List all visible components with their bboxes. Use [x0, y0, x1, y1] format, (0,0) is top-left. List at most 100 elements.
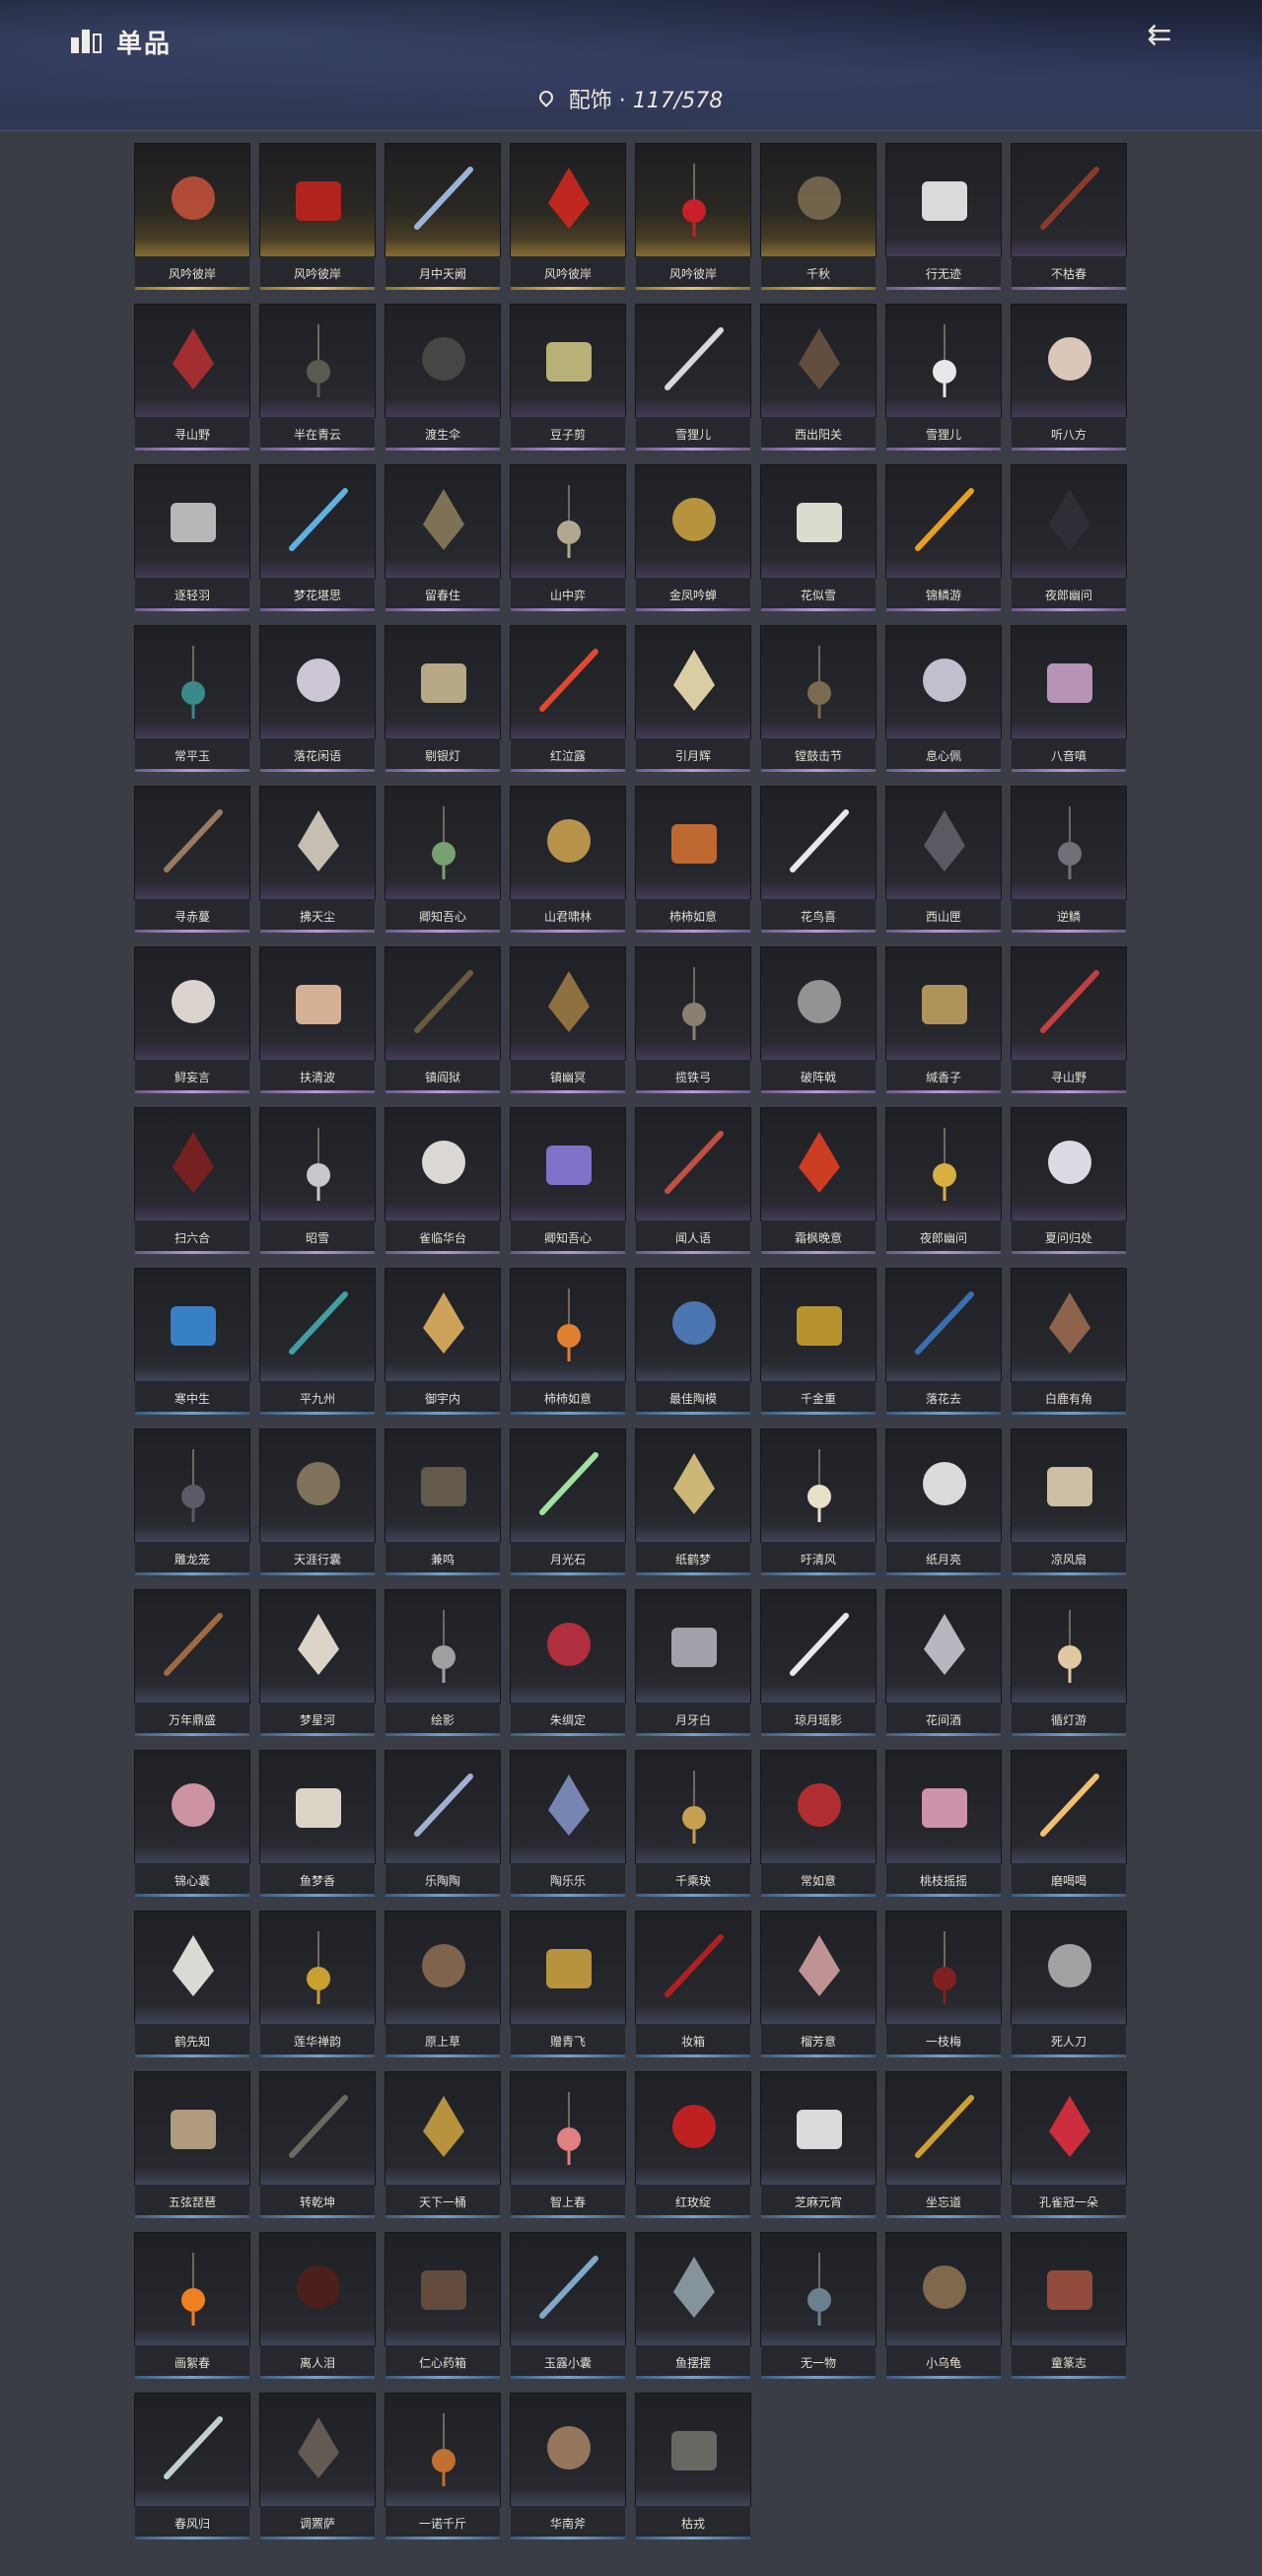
item-card[interactable]: 剔银灯	[385, 625, 501, 772]
item-card[interactable]: 朱绸定	[510, 1589, 626, 1736]
item-card[interactable]: 月光石	[510, 1428, 626, 1575]
item-card[interactable]: 山中弈	[510, 464, 626, 611]
item-card[interactable]: 孔雀冠一朵	[1011, 2071, 1127, 2218]
item-card[interactable]: 常如意	[760, 1750, 876, 1897]
item-card[interactable]: 妆箱	[635, 1911, 751, 2057]
item-card[interactable]: 梦花堪思	[259, 464, 376, 611]
item-card[interactable]: 凉风扇	[1011, 1428, 1127, 1575]
item-card[interactable]: 花间酒	[885, 1589, 1002, 1736]
item-card[interactable]: 行无迹	[885, 143, 1002, 290]
item-card[interactable]: 陶乐乐	[510, 1750, 626, 1897]
item-card[interactable]: 息心佩	[885, 625, 1002, 772]
item-card[interactable]: 一枝梅	[885, 1911, 1002, 2057]
item-card[interactable]: 死人刀	[1011, 1911, 1127, 2057]
item-card[interactable]: 缄香子	[885, 946, 1002, 1093]
item-card[interactable]: 卿知吾心	[510, 1107, 626, 1254]
item-card[interactable]: 月中天阙	[385, 143, 501, 290]
item-card[interactable]: 童篆志	[1011, 2232, 1127, 2379]
item-card[interactable]: 千秋	[760, 143, 876, 290]
item-card[interactable]: 渡生伞	[385, 304, 501, 451]
item-card[interactable]: 千乘玦	[635, 1750, 751, 1897]
item-card[interactable]: 华南斧	[510, 2393, 626, 2540]
item-card[interactable]: 鱼梦香	[259, 1750, 376, 1897]
item-card[interactable]: 夜郎幽问	[885, 1107, 1002, 1254]
item-card[interactable]: 山君啸林	[510, 786, 626, 933]
item-card[interactable]: 红泣露	[510, 625, 626, 772]
item-card[interactable]: 春风归	[134, 2393, 250, 2540]
item-card[interactable]: 枯戎	[635, 2393, 751, 2540]
item-card[interactable]: 琼月瑶影	[760, 1589, 876, 1736]
item-card[interactable]: 五弦琵琶	[134, 2071, 250, 2218]
item-card[interactable]: 风吟彼岸	[510, 143, 626, 290]
item-card[interactable]: 雪狸儿	[635, 304, 751, 451]
item-card[interactable]: 小乌龟	[885, 2232, 1002, 2379]
item-card[interactable]: 扶清波	[259, 946, 376, 1093]
item-card[interactable]: 闻人语	[635, 1107, 751, 1254]
item-card[interactable]: 西山匣	[885, 786, 1002, 933]
item-card[interactable]: 吁清风	[760, 1428, 876, 1575]
item-card[interactable]: 花鸟喜	[760, 786, 876, 933]
item-card[interactable]: 莲华禅韵	[259, 1911, 376, 2057]
item-card[interactable]: 锦鳞游	[885, 464, 1002, 611]
item-card[interactable]: 鹤先知	[134, 1911, 250, 2057]
item-card[interactable]: 赠青飞	[510, 1911, 626, 2057]
item-card[interactable]: 最佳陶模	[635, 1268, 751, 1415]
item-card[interactable]: 红玫绽	[635, 2071, 751, 2218]
item-card[interactable]: 寻山野	[1011, 946, 1127, 1093]
item-card[interactable]: 西出阳关	[760, 304, 876, 451]
item-card[interactable]: 循灯游	[1011, 1589, 1127, 1736]
item-card[interactable]: 镗鼓击节	[760, 625, 876, 772]
item-card[interactable]: 夏问归处	[1011, 1107, 1127, 1254]
item-card[interactable]: 落花闲语	[259, 625, 376, 772]
item-card[interactable]: 风吟彼岸	[259, 143, 376, 290]
item-card[interactable]: 无一物	[760, 2232, 876, 2379]
item-card[interactable]: 梦星河	[259, 1589, 376, 1736]
item-card[interactable]: 夜郎幽问	[1011, 464, 1127, 611]
item-card[interactable]: 磨喝喝	[1011, 1750, 1127, 1897]
item-card[interactable]: 揽铁弓	[635, 946, 751, 1093]
item-card[interactable]: 半在青云	[259, 304, 376, 451]
item-card[interactable]: 桃枝摇摇	[885, 1750, 1002, 1897]
item-card[interactable]: 平九州	[259, 1268, 376, 1415]
item-card[interactable]: 锦心囊	[134, 1750, 250, 1897]
item-card[interactable]: 坐忘道	[885, 2071, 1002, 2218]
item-card[interactable]: 雪狸儿	[885, 304, 1002, 451]
item-card[interactable]: 原上草	[385, 1911, 501, 2057]
item-card[interactable]: 寒中生	[134, 1268, 250, 1415]
item-card[interactable]: 花似雪	[760, 464, 876, 611]
item-card[interactable]: 寻赤蔓	[134, 786, 250, 933]
item-card[interactable]: 离人泪	[259, 2232, 376, 2379]
item-card[interactable]: 常平玉	[134, 625, 250, 772]
item-card[interactable]: 风吟彼岸	[134, 143, 250, 290]
item-card[interactable]: 一诺千斤	[385, 2393, 501, 2540]
item-card[interactable]: 八音嗔	[1011, 625, 1127, 772]
item-card[interactable]: 镇幽冥	[510, 946, 626, 1093]
item-card[interactable]: 御宇内	[385, 1268, 501, 1415]
item-card[interactable]: 镇阎狱	[385, 946, 501, 1093]
item-card[interactable]: 乐陶陶	[385, 1750, 501, 1897]
item-card[interactable]: 昭雪	[259, 1107, 376, 1254]
item-card[interactable]: 雕龙笼	[134, 1428, 250, 1575]
item-card[interactable]: 智上春	[510, 2071, 626, 2218]
item-card[interactable]: 引月辉	[635, 625, 751, 772]
item-card[interactable]: 拂天尘	[259, 786, 376, 933]
item-card[interactable]: 柿柿如意	[635, 786, 751, 933]
item-card[interactable]: 月牙白	[635, 1589, 751, 1736]
item-card[interactable]: 落花去	[885, 1268, 1002, 1415]
item-card[interactable]: 纸鹤梦	[635, 1428, 751, 1575]
item-card[interactable]: 不枯春	[1011, 143, 1127, 290]
item-card[interactable]: 寻山野	[134, 304, 250, 451]
item-card[interactable]: 白鹿有角	[1011, 1268, 1127, 1415]
item-card[interactable]: 榴芳意	[760, 1911, 876, 2057]
item-card[interactable]: 卿知吾心	[385, 786, 501, 933]
item-card[interactable]: 仁心药箱	[385, 2232, 501, 2379]
item-card[interactable]: 豆子剪	[510, 304, 626, 451]
item-card[interactable]: 逐轻羽	[134, 464, 250, 611]
item-card[interactable]: 鱼摆摆	[635, 2232, 751, 2379]
item-card[interactable]: 兼鸣	[385, 1428, 501, 1575]
item-card[interactable]: 风吟彼岸	[635, 143, 751, 290]
item-card[interactable]: 听八方	[1011, 304, 1127, 451]
item-card[interactable]: 柿柿如意	[510, 1268, 626, 1415]
item-card[interactable]: 转乾坤	[259, 2071, 376, 2218]
item-card[interactable]: 留春住	[385, 464, 501, 611]
